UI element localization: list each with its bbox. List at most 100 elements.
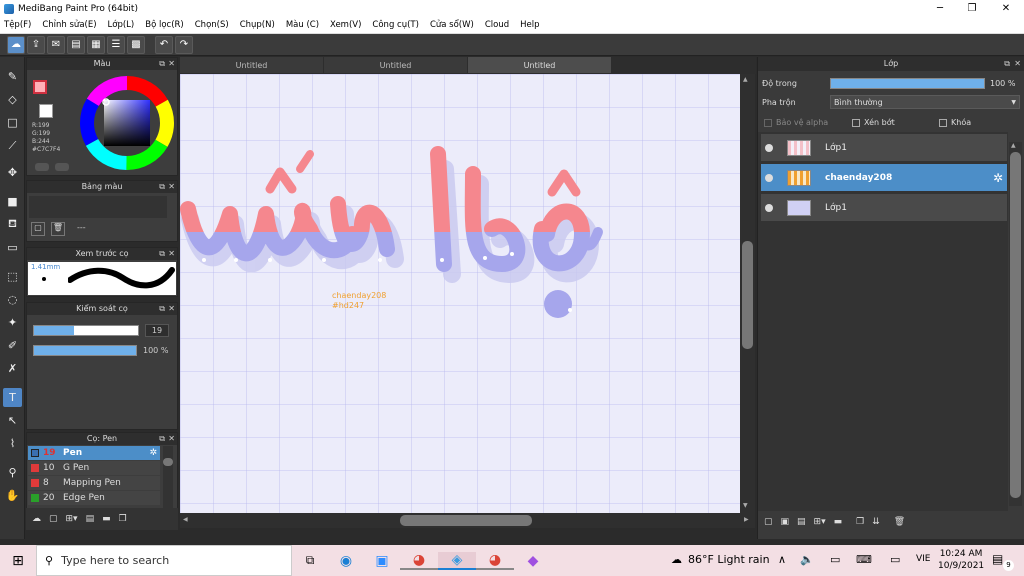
display-icon[interactable]: ▭ (830, 553, 840, 566)
medibang-app-icon[interactable]: ◈ (438, 551, 476, 570)
menu-layer[interactable]: Lớp(L) (108, 20, 135, 30)
drawing-canvas[interactable]: chaenday208 #hd247 (180, 74, 740, 513)
close-icon[interactable]: ✕ (1014, 57, 1021, 71)
close-icon[interactable]: ✕ (168, 303, 175, 315)
brush-item[interactable]: 10 G Pen (28, 461, 160, 475)
menu-window[interactable]: Cửa sổ(W) (430, 20, 474, 30)
color-wheel[interactable] (77, 73, 177, 173)
tab-untitled-1[interactable]: Untitled (180, 57, 323, 73)
eyedropper-tool-icon[interactable]: ⚲ (3, 463, 22, 482)
bucket-tool-icon[interactable]: ⛾ (3, 215, 22, 234)
brush-list-scrollbar[interactable] (163, 446, 173, 508)
float-icon[interactable]: ⧉ (1004, 57, 1010, 71)
grid-icon[interactable]: ▩ (127, 35, 145, 54)
language-indicator[interactable]: VIE (916, 554, 931, 564)
lasso-tool-icon[interactable]: ⟋ (3, 136, 22, 155)
folder-icon[interactable]: ▬ (102, 514, 111, 524)
share-icon[interactable]: ⇪ (27, 35, 45, 54)
redo-icon[interactable]: ↷ (175, 35, 193, 54)
minimize-button[interactable]: ─ (924, 0, 956, 17)
app-drop-icon[interactable]: ◆ (514, 553, 552, 569)
brush-settings-icon[interactable]: ▤ (86, 514, 95, 524)
battery-icon[interactable]: ▭ (890, 553, 900, 566)
search-box[interactable]: ⚲ Type here to search (36, 545, 292, 576)
menu-view[interactable]: Xem(V) (330, 20, 361, 30)
select-pen-tool-icon[interactable]: ✐ (3, 336, 22, 355)
move-tool-icon[interactable]: ✥ (3, 163, 22, 182)
layer-list-scrollbar[interactable]: ▲ (1009, 142, 1022, 506)
scroll-up-icon[interactable]: ▲ (743, 76, 748, 83)
scroll-right-icon[interactable]: ▶ (744, 516, 749, 523)
divide-tool-icon[interactable]: ⌇ (3, 434, 22, 453)
scroll-left-icon[interactable]: ◀ (183, 516, 188, 523)
scroll-up-icon[interactable]: ▲ (1011, 142, 1016, 149)
scroll-thumb[interactable] (163, 458, 173, 466)
zoom-app-icon[interactable]: ▣ (364, 553, 400, 569)
delete-layer-icon[interactable]: 🗑 (894, 517, 905, 527)
layer-scroll-thumb[interactable] (1010, 152, 1021, 498)
lock-option[interactable]: Khóa (939, 118, 971, 127)
hand-tool-icon[interactable]: ✋ (3, 486, 22, 505)
select-rect-tool-icon[interactable]: ⬚ (3, 267, 22, 286)
color-swap-button[interactable] (55, 163, 69, 171)
brush-item[interactable]: 8 Mapping Pen (28, 476, 160, 490)
brush-size-slider[interactable] (33, 325, 139, 336)
volume-icon[interactable]: 🔈 (800, 553, 814, 566)
protect-alpha-option[interactable]: Bảo vệ alpha (764, 118, 828, 127)
menu-cloud[interactable]: Cloud (485, 20, 509, 30)
rectangle-tool-icon[interactable]: □ (3, 113, 22, 132)
brush-size-value[interactable]: 19 (145, 324, 169, 337)
brush-tool-icon[interactable]: ✎ (3, 67, 22, 86)
chrome-icon[interactable]: ◕ (400, 552, 438, 570)
new-layer-icon[interactable]: ▢ (764, 517, 773, 527)
clipping-option[interactable]: Xén bớt (852, 118, 895, 127)
magic-wand-tool-icon[interactable]: ✦ (3, 313, 22, 332)
eye-icon[interactable] (765, 143, 773, 152)
maximize-button[interactable]: ❐ (956, 0, 988, 17)
duplicate-icon[interactable]: ❐ (119, 514, 127, 524)
eye-icon[interactable] (765, 173, 773, 182)
chevron-up-icon[interactable]: ∧ (778, 553, 786, 566)
float-icon[interactable]: ⧉ (159, 58, 165, 70)
horizontal-scroll-thumb[interactable] (400, 515, 532, 526)
layer-row[interactable]: Lớp1 (761, 134, 1007, 162)
gradient-tool-icon[interactable]: ▭ (3, 238, 22, 257)
scroll-down-icon[interactable]: ▼ (743, 502, 748, 509)
brush-opacity-slider[interactable] (33, 345, 137, 356)
float-icon[interactable]: ⧉ (159, 248, 165, 260)
close-icon[interactable]: ✕ (168, 58, 175, 70)
duplicate-layer-icon[interactable]: ❐ (856, 517, 864, 527)
merge-layer-icon[interactable]: ⇊ (872, 517, 880, 527)
notification-icon[interactable]: ▤ (992, 552, 1003, 566)
new-halftone-layer-icon[interactable]: ▤ (797, 517, 806, 527)
layer-row[interactable]: chaenday208 ✲ (761, 164, 1007, 192)
task-view-icon[interactable]: ⧉ (292, 553, 328, 568)
text-tool-icon[interactable]: T (3, 388, 22, 407)
float-icon[interactable]: ⧉ (159, 303, 165, 315)
blend-mode-select[interactable]: Bình thường ▼ (830, 95, 1020, 109)
clock[interactable]: 10:24 AM 10/9/2021 (938, 548, 984, 572)
cloud-icon[interactable]: ☁ (7, 35, 25, 54)
menu-help[interactable]: Help (520, 20, 539, 30)
float-icon[interactable]: ⧉ (159, 181, 165, 193)
eraser-tool-icon[interactable]: ◇ (3, 90, 22, 109)
tab-untitled-2[interactable]: Untitled (324, 57, 467, 73)
select-eraser-tool-icon[interactable]: ✗ (3, 359, 22, 378)
keyboard-icon[interactable]: ⌨ (856, 553, 872, 566)
chat-icon[interactable]: ▤ (67, 35, 85, 54)
comment-icon[interactable]: ✉ (47, 35, 65, 54)
select-lasso-tool-icon[interactable]: ◌ (3, 290, 22, 309)
delete-swatch-icon[interactable]: 🗑 (51, 222, 65, 236)
brush-item[interactable]: 20 Edge Pen (28, 491, 160, 505)
float-icon[interactable]: ⧉ (159, 433, 165, 445)
menu-file[interactable]: Tệp(F) (4, 20, 31, 30)
secondary-color-swatch[interactable] (39, 104, 53, 118)
swatch-area[interactable] (29, 196, 167, 218)
close-icon[interactable]: ✕ (168, 181, 175, 193)
windows-start-icon[interactable]: ⊞ (0, 553, 36, 569)
layer-opacity-slider[interactable] (830, 78, 985, 89)
close-icon[interactable]: ✕ (168, 433, 175, 445)
close-icon[interactable]: ✕ (168, 248, 175, 260)
menu-snap[interactable]: Chụp(N) (240, 20, 275, 30)
menu-edit[interactable]: Chỉnh sửa(E) (42, 20, 96, 30)
